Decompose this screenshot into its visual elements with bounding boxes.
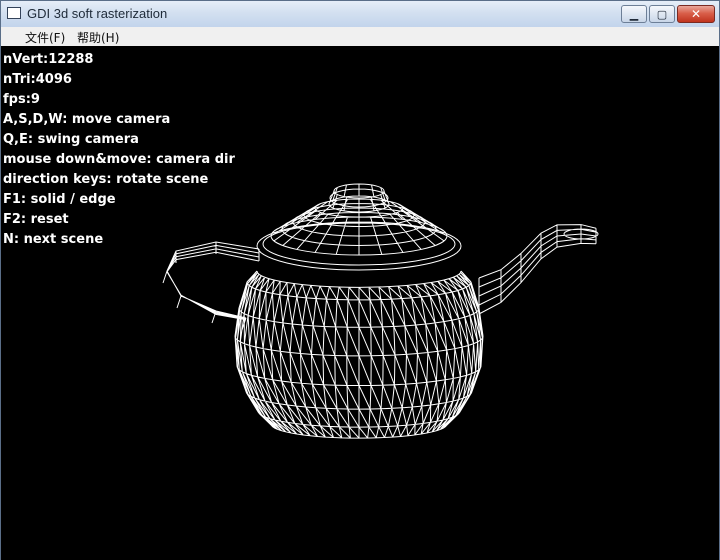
info-overlay: nVert:12288 nTri:4096 fps:9 A,S,D,W: mov… bbox=[3, 50, 235, 250]
app-window: GDI 3d soft rasterization ▁ ▢ ✕ 文件(F) 帮助… bbox=[0, 0, 720, 560]
info-help-swing: Q,E: swing camera bbox=[3, 132, 139, 147]
close-button[interactable]: ✕ bbox=[677, 5, 715, 23]
close-icon: ✕ bbox=[690, 7, 702, 21]
info-help-rotate: direction keys: rotate scene bbox=[3, 172, 209, 187]
info-help-camera-dir: mouse down&move: camera dir bbox=[3, 152, 235, 167]
title-bar[interactable]: GDI 3d soft rasterization ▁ ▢ ✕ bbox=[1, 1, 719, 27]
minimize-button[interactable]: ▁ bbox=[621, 5, 647, 23]
info-triangle-count: nTri:4096 bbox=[3, 72, 72, 87]
minimize-icon: ▁ bbox=[629, 7, 639, 21]
info-fps: fps:9 bbox=[3, 92, 40, 107]
render-canvas[interactable]: nVert:12288 nTri:4096 fps:9 A,S,D,W: mov… bbox=[1, 46, 719, 560]
info-vertex-count: nVert:12288 bbox=[3, 52, 94, 67]
info-help-reset: F2: reset bbox=[3, 212, 69, 227]
info-help-solid-edge: F1: solid / edge bbox=[3, 192, 116, 207]
info-help-move: A,S,D,W: move camera bbox=[3, 112, 171, 127]
window-title: GDI 3d soft rasterization bbox=[27, 6, 168, 21]
menu-help[interactable]: 帮助(H) bbox=[77, 28, 119, 47]
menu-bar: 文件(F) 帮助(H) bbox=[1, 27, 719, 47]
info-help-next-scene: N: next scene bbox=[3, 232, 104, 247]
maximize-button[interactable]: ▢ bbox=[649, 5, 675, 23]
maximize-icon: ▢ bbox=[656, 7, 668, 21]
menu-file[interactable]: 文件(F) bbox=[25, 28, 65, 47]
app-icon[interactable] bbox=[7, 7, 21, 19]
